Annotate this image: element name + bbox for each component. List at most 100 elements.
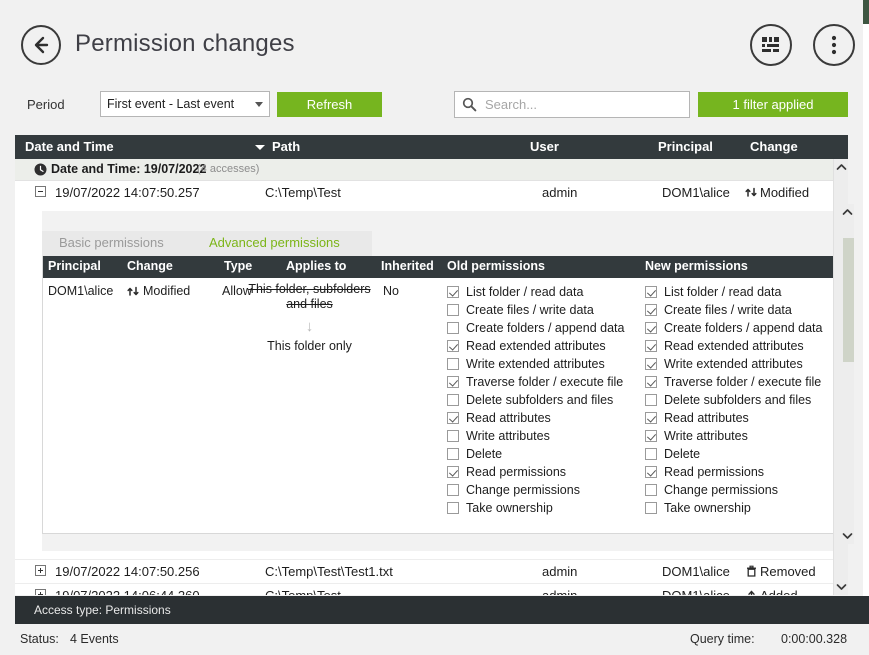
old-permission-label: Read permissions <box>466 465 566 479</box>
scroll-up-icon[interactable] <box>834 159 848 175</box>
filter-applied-button[interactable]: 1 filter applied <box>698 92 848 117</box>
checkbox-unchecked-icon[interactable] <box>645 484 657 496</box>
new-permission-item[interactable]: Delete <box>645 445 822 463</box>
new-permission-item[interactable]: Read extended attributes <box>645 337 822 355</box>
cell-change: Removed <box>760 564 816 579</box>
new-permission-item[interactable]: Traverse folder / execute file <box>645 373 822 391</box>
report-layout-button[interactable] <box>750 24 792 66</box>
table-row[interactable]: 19/07/2022 14:06:44.260 C:\Temp\Test adm… <box>15 583 833 595</box>
collapse-row-toggle[interactable] <box>35 186 46 197</box>
new-permission-label: Take ownership <box>664 501 751 515</box>
checkbox-unchecked-icon[interactable] <box>447 358 459 370</box>
detail-scroll-down-icon[interactable] <box>841 528 854 544</box>
sort-descending-icon[interactable] <box>255 145 265 150</box>
new-permission-item[interactable]: Write extended attributes <box>645 355 822 373</box>
checkbox-checked-icon[interactable] <box>447 286 459 298</box>
old-permission-item[interactable]: Create files / write data <box>447 301 624 319</box>
old-permission-item[interactable]: Take ownership <box>447 499 624 517</box>
table-row[interactable]: 19/07/2022 14:07:50.256 C:\Temp\Test\Tes… <box>15 559 833 583</box>
new-permission-item[interactable]: Read permissions <box>645 463 822 481</box>
checkbox-unchecked-icon[interactable] <box>447 304 459 316</box>
old-permission-item[interactable]: Delete subfolders and files <box>447 391 624 409</box>
checkbox-unchecked-icon[interactable] <box>447 322 459 334</box>
detail-scrollbar[interactable] <box>841 204 854 544</box>
column-header-path[interactable]: Path <box>272 139 300 154</box>
checkbox-checked-icon[interactable] <box>645 376 657 388</box>
new-permission-item[interactable]: List folder / read data <box>645 283 822 301</box>
new-permission-item[interactable]: Create folders / append data <box>645 319 822 337</box>
old-permission-item[interactable]: Write attributes <box>447 427 624 445</box>
checkbox-checked-icon[interactable] <box>645 286 657 298</box>
checkbox-unchecked-icon[interactable] <box>447 448 459 460</box>
old-permission-item[interactable]: Change permissions <box>447 481 624 499</box>
event-list: Date and Time: 19/07/2022 (4 accesses) 1… <box>15 159 833 595</box>
checkbox-checked-icon[interactable] <box>447 466 459 478</box>
checkbox-unchecked-icon[interactable] <box>447 394 459 406</box>
tab-advanced-permissions[interactable]: Advanced permissions <box>209 235 340 250</box>
cell-principal: DOM1\alice <box>662 588 730 595</box>
new-permission-item[interactable]: Write attributes <box>645 427 822 445</box>
applies-to-old-value: This folder, subfolders and files <box>247 282 372 312</box>
checkbox-checked-icon[interactable] <box>645 358 657 370</box>
checkbox-unchecked-icon[interactable] <box>447 430 459 442</box>
status-value: 4 Events <box>70 632 119 646</box>
old-permission-item[interactable]: Create folders / append data <box>447 319 624 337</box>
expand-row-toggle[interactable] <box>35 565 46 576</box>
new-permission-item[interactable]: Take ownership <box>645 499 822 517</box>
new-permissions-list: List folder / read data Create files / wr… <box>645 283 822 517</box>
old-permission-item[interactable]: Delete <box>447 445 624 463</box>
cell-path: C:\Temp\Test <box>265 588 341 595</box>
new-permission-label: List folder / read data <box>664 285 781 299</box>
checkbox-unchecked-icon[interactable] <box>645 394 657 406</box>
detail-scroll-up-icon[interactable] <box>841 204 854 220</box>
column-header-date[interactable]: Date and Time <box>25 139 114 154</box>
checkbox-unchecked-icon[interactable] <box>447 502 459 514</box>
checkbox-checked-icon[interactable] <box>645 412 657 424</box>
new-permission-item[interactable]: Change permissions <box>645 481 822 499</box>
table-row[interactable]: 19/07/2022 14:07:50.257 C:\Temp\Test adm… <box>15 181 833 205</box>
column-header-principal[interactable]: Principal <box>658 139 713 154</box>
checkbox-unchecked-icon[interactable] <box>447 484 459 496</box>
new-permission-item[interactable]: Read attributes <box>645 409 822 427</box>
column-header-change[interactable]: Change <box>750 139 798 154</box>
checkbox-checked-icon[interactable] <box>645 466 657 478</box>
new-permission-item[interactable]: Create files / write data <box>645 301 822 319</box>
group-header-row[interactable]: Date and Time: 19/07/2022 (4 accesses) <box>15 159 833 181</box>
checkbox-checked-icon[interactable] <box>645 430 657 442</box>
checkbox-checked-icon[interactable] <box>447 412 459 424</box>
query-time-value: 0:00:00.328 <box>781 632 847 646</box>
back-button[interactable] <box>21 25 61 65</box>
old-permission-label: Change permissions <box>466 483 580 497</box>
new-permission-label: Read extended attributes <box>664 339 804 353</box>
column-header-user[interactable]: User <box>530 139 559 154</box>
checkbox-checked-icon[interactable] <box>645 304 657 316</box>
old-permission-item[interactable]: Read attributes <box>447 409 624 427</box>
expand-row-toggle[interactable] <box>35 589 46 595</box>
checkbox-checked-icon[interactable] <box>645 340 657 352</box>
period-select[interactable]: First event - Last event <box>100 91 270 117</box>
cell-path: C:\Temp\Test\Test1.txt <box>265 564 393 579</box>
checkbox-checked-icon[interactable] <box>645 322 657 334</box>
old-permission-label: Write extended attributes <box>466 357 605 371</box>
new-permission-label: Write extended attributes <box>664 357 803 371</box>
old-permission-item[interactable]: List folder / read data <box>447 283 624 301</box>
checkbox-unchecked-icon[interactable] <box>645 502 657 514</box>
detail-scrollbar-thumb[interactable] <box>843 238 854 362</box>
search-box[interactable] <box>454 91 690 118</box>
old-permission-item[interactable]: Read extended attributes <box>447 337 624 355</box>
old-permission-item[interactable]: Write extended attributes <box>447 355 624 373</box>
detail-cell-principal: DOM1\alice <box>48 284 113 298</box>
new-permission-label: Change permissions <box>664 483 778 497</box>
search-input[interactable] <box>483 92 683 117</box>
old-permission-item[interactable]: Traverse folder / execute file <box>447 373 624 391</box>
cell-principal: DOM1\alice <box>662 564 730 579</box>
more-options-button[interactable] <box>813 24 855 66</box>
checkbox-checked-icon[interactable] <box>447 376 459 388</box>
tab-basic-permissions[interactable]: Basic permissions <box>59 235 164 250</box>
scroll-down-icon[interactable] <box>834 579 848 595</box>
refresh-button[interactable]: Refresh <box>277 92 382 117</box>
checkbox-unchecked-icon[interactable] <box>645 448 657 460</box>
checkbox-checked-icon[interactable] <box>447 340 459 352</box>
old-permission-item[interactable]: Read permissions <box>447 463 624 481</box>
new-permission-item[interactable]: Delete subfolders and files <box>645 391 822 409</box>
